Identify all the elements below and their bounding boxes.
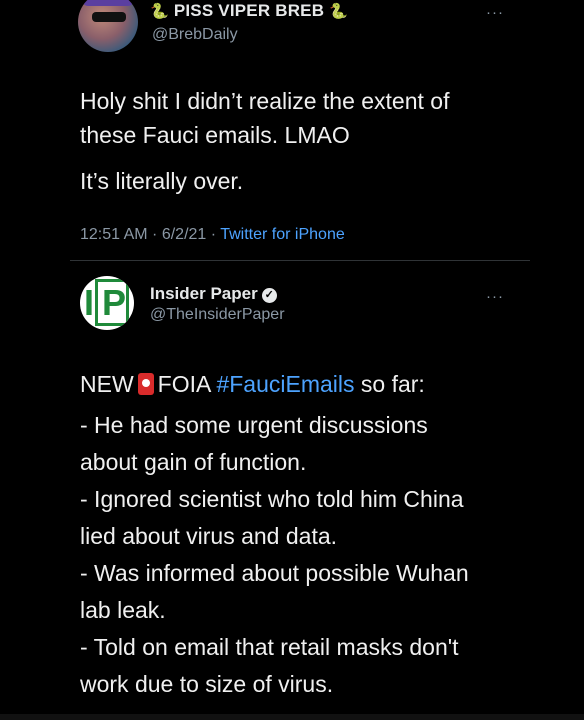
tweet-line: - Told on email that retail masks don't [80, 634, 459, 660]
divider [70, 260, 530, 261]
tweet-line: about gain of function. [80, 449, 307, 475]
tweet-intro: NEW FOIA #FauciEmails so far: [80, 366, 570, 403]
more-options-icon[interactable]: ··· [486, 4, 504, 21]
tweet-line: - Ignored scientist who told him China [80, 486, 464, 512]
tweet-brebdaily[interactable]: 🐍 PISS VIPER BREB 🐍 @BrebDaily ··· Holy … [0, 0, 584, 262]
avatar-glasses [92, 12, 126, 22]
user-handle[interactable]: @TheInsiderPaper [150, 306, 285, 324]
tweet-line: - He had some urgent discussions [80, 412, 428, 438]
tweet-line: It’s literally over. [80, 168, 244, 194]
tweet-line: these Fauci emails. LMAO [80, 122, 350, 148]
tweet-text: Holy shit I didn’t realize the extent of… [80, 84, 550, 198]
intro-tail: so far: [354, 371, 425, 397]
display-name[interactable]: 🐍 PISS VIPER BREB 🐍 [150, 1, 348, 21]
bottom-edge [0, 714, 584, 720]
tweet-line: lab leak. [80, 597, 166, 623]
intro-foia: FOIA [157, 371, 211, 397]
display-name-text: Insider Paper [150, 284, 258, 303]
verified-badge-icon: ✓ [261, 288, 277, 303]
tweet-line: work due to size of virus. [80, 671, 334, 697]
timestamp: 12:51 AM · 6/2/21 · [80, 226, 221, 243]
avatar-cap [84, 0, 132, 6]
avatar-logo: IP [84, 279, 130, 326]
snake-icon: 🐍 [329, 3, 349, 20]
tweet-line: - Was informed about possible Wuhan [80, 560, 469, 586]
fire-extinguisher-icon [137, 373, 154, 395]
intro-new: NEW [80, 371, 134, 397]
tweet-line: lied about virus and data. [80, 523, 338, 549]
avatar[interactable]: IP [80, 276, 134, 330]
avatar[interactable] [78, 0, 138, 52]
user-handle[interactable]: @BrebDaily [152, 26, 238, 44]
source-link[interactable]: Twitter for iPhone [220, 226, 345, 243]
display-name-text: PISS VIPER BREB [173, 1, 325, 20]
tweet-meta: 12:51 AM · 6/2/21 · Twitter for iPhone [80, 226, 345, 244]
display-name[interactable]: Insider Paper ✓ [150, 284, 277, 304]
tweet-text: NEW FOIA #FauciEmails so far: - He had so… [80, 366, 570, 703]
snake-icon: 🐍 [150, 3, 169, 20]
hashtag-link[interactable]: #FauciEmails [216, 371, 354, 397]
more-options-icon[interactable]: ··· [486, 288, 504, 305]
tweet-line: Holy shit I didn’t realize the extent of [80, 88, 450, 114]
